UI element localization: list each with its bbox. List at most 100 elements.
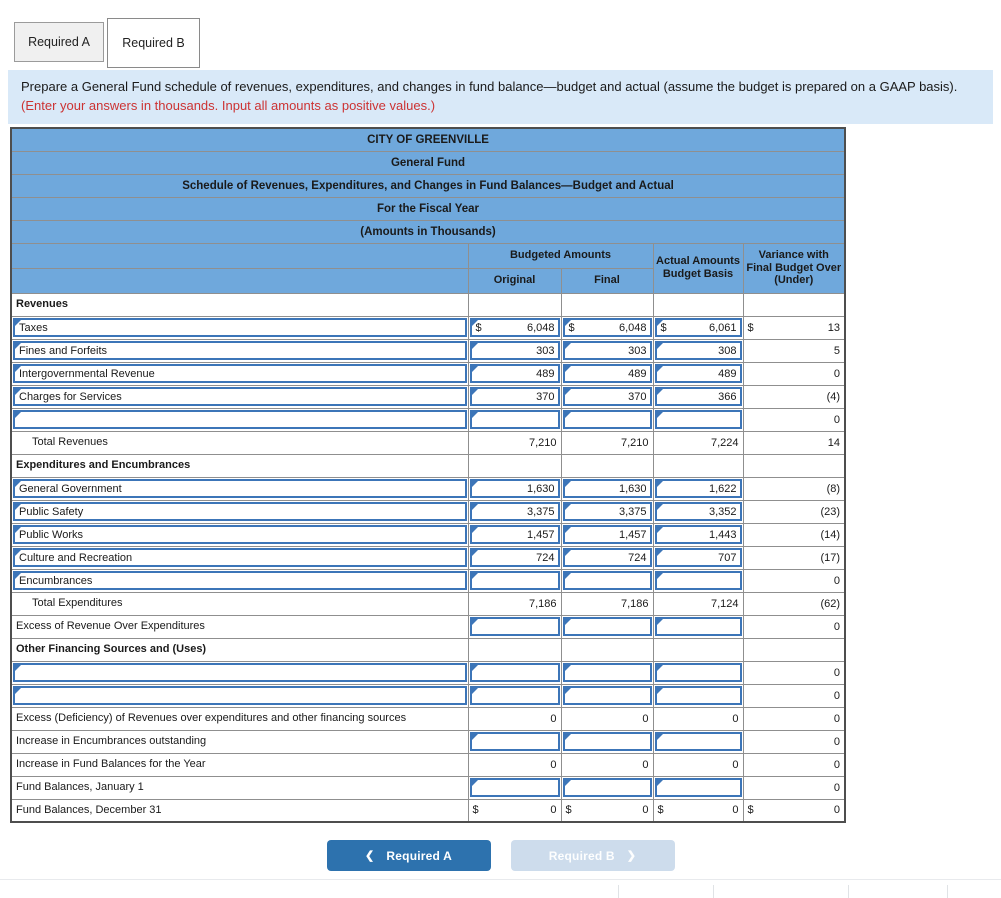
table-row: Fund Balances, December 31 $0 $0 $0 $0: [10, 798, 846, 823]
label-input[interactable]: Encumbrances: [13, 571, 467, 590]
input-corner-flag: [564, 412, 571, 418]
row-label-cell: Taxes: [10, 315, 469, 340]
row-label-cell: Public Works: [10, 522, 469, 547]
amount-cell: 14: [742, 430, 846, 455]
amount-input[interactable]: [469, 663, 560, 682]
amount-input[interactable]: 1,630: [562, 479, 652, 498]
amount-input[interactable]: [469, 778, 560, 797]
amount-input[interactable]: 303: [469, 341, 560, 360]
input-corner-flag: [656, 366, 663, 372]
row-label-cell: Public Safety: [10, 499, 469, 524]
amount-input[interactable]: [654, 663, 742, 682]
amount-input[interactable]: 1,457: [562, 525, 652, 544]
amount-input[interactable]: [562, 778, 652, 797]
amount-input[interactable]: [469, 410, 560, 429]
required-a-button[interactable]: ❮ Required A: [326, 840, 491, 871]
amount-cell: $0: [742, 798, 846, 823]
amount-input[interactable]: [654, 410, 742, 429]
empty-cell: [560, 637, 654, 662]
empty-cell: [652, 637, 744, 662]
amount-input[interactable]: 308: [654, 341, 742, 360]
amount-input[interactable]: 370: [562, 387, 652, 406]
amount-input[interactable]: 707: [654, 548, 742, 567]
amount-input-cell: [467, 660, 562, 685]
amount-input-cell: [467, 775, 562, 800]
label-input[interactable]: General Government: [13, 479, 467, 498]
amount-input[interactable]: [562, 571, 652, 590]
required-b-button[interactable]: Required B ❯: [510, 840, 675, 871]
amount-input-value: 370: [628, 390, 647, 403]
amount-cell: 0: [742, 683, 846, 708]
amount-input[interactable]: [469, 732, 560, 751]
label-input[interactable]: Public Works: [13, 525, 467, 544]
amount-input[interactable]: [469, 686, 560, 705]
input-corner-flag: [564, 780, 571, 786]
amount-input[interactable]: [469, 617, 560, 636]
label-input[interactable]: Culture and Recreation: [13, 548, 467, 567]
amount-input[interactable]: [562, 732, 652, 751]
amount-input[interactable]: $6,048: [562, 318, 652, 337]
table-row: Taxes $6,048 $6,048 $6,061 $13: [10, 315, 846, 340]
amount-input-cell: 303: [560, 338, 654, 363]
label-input[interactable]: Public Safety: [13, 502, 467, 521]
amount-input[interactable]: 303: [562, 341, 652, 360]
row-label: Increase in Fund Balances for the Year: [10, 752, 469, 777]
input-corner-flag: [564, 481, 571, 487]
amount-input[interactable]: [562, 663, 652, 682]
amount-input[interactable]: 366: [654, 387, 742, 406]
input-corner-flag: [564, 573, 571, 579]
amount-input[interactable]: 724: [469, 548, 560, 567]
amount-input-cell: 3,352: [652, 499, 744, 524]
amount-input[interactable]: 489: [469, 364, 560, 383]
amount-input-value: 724: [536, 551, 555, 564]
amount-input[interactable]: 370: [469, 387, 560, 406]
amount-input[interactable]: [654, 571, 742, 590]
amount-input[interactable]: 1,457: [469, 525, 560, 544]
amount-input[interactable]: 3,375: [469, 502, 560, 521]
row-label: Increase in Encumbrances outstanding: [10, 729, 469, 754]
label-input[interactable]: [13, 663, 467, 682]
row-label: Excess (Deficiency) of Revenues over exp…: [10, 706, 469, 731]
amount-input[interactable]: [654, 617, 742, 636]
amount-input-cell: 308: [652, 338, 744, 363]
input-corner-flag: [564, 688, 571, 694]
label-input[interactable]: Fines and Forfeits: [13, 341, 467, 360]
label-input[interactable]: [13, 410, 467, 429]
amount-input[interactable]: 3,352: [654, 502, 742, 521]
input-corner-flag: [564, 619, 571, 625]
amount-input[interactable]: [654, 732, 742, 751]
table-title-row: For the Fiscal Year: [10, 196, 846, 221]
amount-value: 0: [732, 804, 739, 817]
amount-input[interactable]: [562, 410, 652, 429]
amount-input[interactable]: 724: [562, 548, 652, 567]
amount-input[interactable]: 1,622: [654, 479, 742, 498]
amount-input[interactable]: 1,630: [469, 479, 560, 498]
amount-input[interactable]: $6,061: [654, 318, 742, 337]
amount-cell: (23): [742, 499, 846, 524]
tab-required-a[interactable]: Required A: [14, 22, 104, 62]
amount-input-cell: $6,048: [467, 315, 562, 340]
label-input[interactable]: Charges for Services: [13, 387, 467, 406]
amount-input[interactable]: [562, 617, 652, 636]
label-input[interactable]: Intergovernmental Revenue: [13, 364, 467, 383]
amount-input-cell: 3,375: [560, 499, 654, 524]
tab-required-b[interactable]: Required B: [107, 18, 200, 68]
amount-input[interactable]: 3,375: [562, 502, 652, 521]
table-row: General Government 1,630 1,630 1,622 (8): [10, 476, 846, 501]
row-label-cell: Encumbrances: [10, 568, 469, 593]
amount-input[interactable]: 489: [654, 364, 742, 383]
input-corner-flag: [656, 734, 663, 740]
label-input[interactable]: [13, 686, 467, 705]
column-header-original: Original: [467, 267, 562, 294]
amount-input[interactable]: 489: [562, 364, 652, 383]
amount-input[interactable]: [469, 571, 560, 590]
amount-input[interactable]: $6,048: [469, 318, 560, 337]
table-row: Excess (Deficiency) of Revenues over exp…: [10, 706, 846, 731]
amount-input[interactable]: 1,443: [654, 525, 742, 544]
label-input[interactable]: Taxes: [13, 318, 467, 337]
amount-input[interactable]: [654, 778, 742, 797]
bottom-navigation: ❮ Required A Required B ❯: [0, 840, 1001, 871]
amount-input[interactable]: [654, 686, 742, 705]
amount-input[interactable]: [562, 686, 652, 705]
row-label-cell: General Government: [10, 476, 469, 501]
